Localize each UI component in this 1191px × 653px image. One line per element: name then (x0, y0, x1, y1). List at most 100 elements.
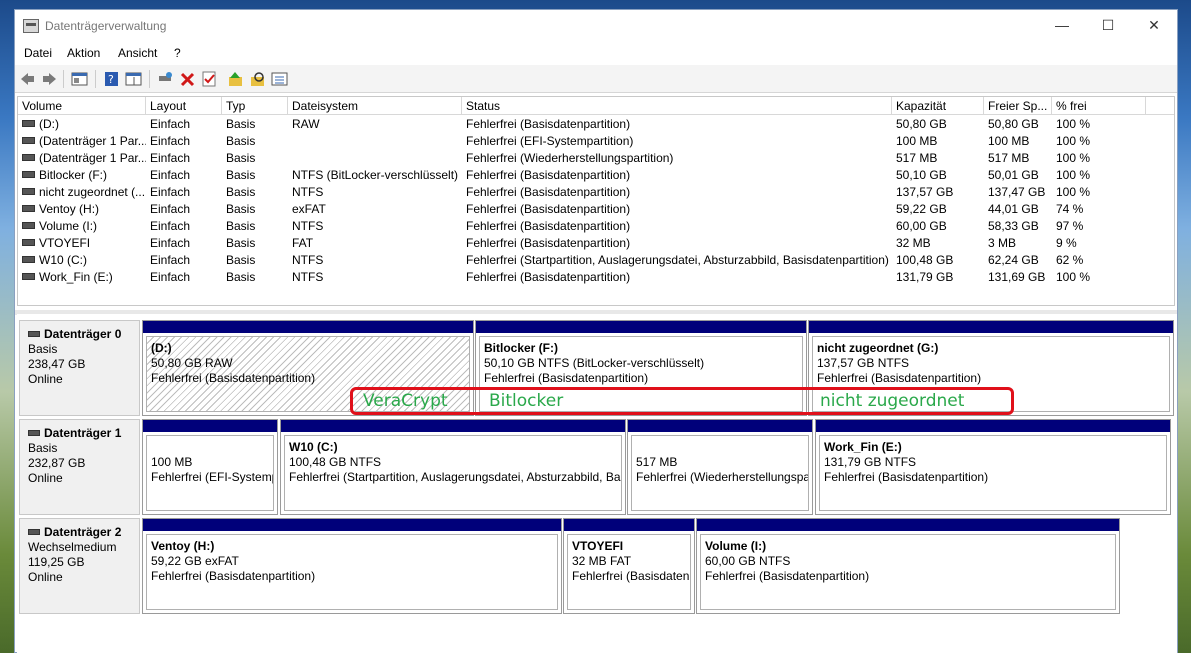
cell-text: 32 MB (896, 236, 931, 250)
svg-text:?: ? (108, 73, 114, 86)
console-icon[interactable] (71, 71, 88, 87)
minimize-button[interactable]: — (1039, 10, 1085, 42)
table-cell: 137,47 GB (984, 184, 1052, 201)
table-cell (288, 150, 462, 167)
table-row[interactable]: (D:) Einfach Basis RAW Fehlerfrei (Basisdate… (18, 116, 1174, 133)
table-cell: Basis (222, 252, 288, 269)
partition-work-fin[interactable]: Work_Fin (E:) 131,79 GB NTFS Fehlerfrei … (815, 419, 1171, 515)
table-cell: 50,80 GB (984, 116, 1052, 133)
table-cell: Basis (222, 269, 288, 286)
cell-text: 74 % (1056, 202, 1084, 216)
col-dateisystem[interactable]: Dateisystem (288, 97, 462, 115)
disk-icon (28, 528, 40, 535)
table-cell: Fehlerfrei (Basisdatenpartition) (462, 167, 892, 184)
cell-text: Basis (226, 219, 256, 233)
cell-text: (Datenträger 1 Par... (39, 151, 146, 165)
table-cell: 62,24 GB (984, 252, 1052, 269)
col-freier-speicher[interactable]: Freier Sp... (984, 97, 1052, 115)
table-cell: (Datenträger 1 Par... (18, 133, 146, 150)
cell-text: NTFS (292, 270, 324, 284)
table-cell: nicht zugeordnet (... (18, 184, 146, 201)
menu-ansicht[interactable]: Ansicht (118, 46, 157, 60)
drive-icon (22, 120, 35, 128)
menu-aktion[interactable]: Aktion (67, 46, 100, 60)
partition-status: Fehlerfrei (Basisdatenpartition) (705, 569, 870, 583)
partition-efi[interactable]: 100 MB Fehlerfrei (EFI-Systemp (142, 419, 278, 515)
properties-icon[interactable] (125, 71, 142, 87)
partition-recovery[interactable]: 517 MB Fehlerfrei (Wiederherstellungspar (627, 419, 813, 515)
disk-2-label[interactable]: Datenträger 2 Wechselmedium 119,25 GB On… (19, 518, 140, 614)
maximize-button[interactable]: ☐ (1085, 10, 1131, 42)
cell-text: Basis (226, 236, 256, 250)
cell-text: Fehlerfrei (Wiederherstellungspartition) (466, 151, 674, 165)
partition-size: 131,79 GB NTFS (824, 455, 917, 469)
search-icon[interactable] (249, 71, 266, 87)
partition-vtoyefi[interactable]: VTOYEFI 32 MB FAT Fehlerfrei (Basisdaten… (563, 518, 695, 614)
table-cell: 59,22 GB (892, 201, 984, 218)
back-icon[interactable] (19, 71, 36, 87)
cell-text: 131,69 GB (988, 270, 1046, 284)
table-row[interactable]: (Datenträger 1 Par... Einfach Basis Fehlerf… (18, 133, 1174, 150)
col-volume[interactable]: Volume (18, 97, 146, 115)
cell-text: FAT (292, 236, 314, 250)
col-prozent-frei[interactable]: % frei (1052, 97, 1146, 115)
cell-text: NTFS (292, 185, 324, 199)
cell-text: Bitlocker (F:) (39, 168, 108, 182)
table-row[interactable]: Work_Fin (E:) Einfach Basis NTFS Fehlerfrei … (18, 269, 1174, 286)
table-row[interactable]: (Datenträger 1 Par... Einfach Basis Fehlerf… (18, 150, 1174, 167)
list-icon[interactable] (271, 71, 288, 87)
table-row[interactable]: W10 (C:) Einfach Basis NTFS Fehlerfrei (Star… (18, 252, 1174, 269)
menu-datei[interactable]: Datei (24, 46, 52, 60)
cell-text: 50,80 GB (988, 117, 1039, 131)
col-layout[interactable]: Layout (146, 97, 222, 115)
table-cell: 32 MB (892, 235, 984, 252)
table-cell: 100 % (1052, 269, 1146, 286)
table-row[interactable]: Bitlocker (F:) Einfach Basis NTFS (BitLocke… (18, 167, 1174, 184)
disk-0-label[interactable]: Datenträger 0 Basis 238,47 GB Online (19, 320, 140, 416)
check-icon[interactable] (201, 71, 218, 87)
table-cell: Basis (222, 116, 288, 133)
partition-size: 100,48 GB NTFS (289, 455, 382, 469)
table-cell: 517 MB (892, 150, 984, 167)
col-status[interactable]: Status (462, 97, 892, 115)
table-row[interactable]: VTOYEFI Einfach Basis FAT Fehlerfrei (Basisd… (18, 235, 1174, 252)
table-cell: Basis (222, 133, 288, 150)
table-cell: NTFS (288, 252, 462, 269)
table-row[interactable]: nicht zugeordnet (... Einfach Basis NTFS Feh… (18, 184, 1174, 201)
connect-icon[interactable] (157, 71, 174, 87)
partition-w10[interactable]: W10 (C:) 100,48 GB NTFS Fehlerfrei (Star… (280, 419, 626, 515)
table-row[interactable]: Volume (I:) Einfach Basis NTFS Fehlerfrei (B… (18, 218, 1174, 235)
menu-help[interactable]: ? (174, 46, 181, 60)
menu-bar: Datei Aktion Ansicht ? (15, 42, 1177, 64)
table-cell: Ventoy (H:) (18, 201, 146, 218)
help-icon[interactable]: ? (103, 71, 120, 87)
cell-text: 100 MB (896, 134, 938, 148)
up-icon[interactable] (227, 71, 244, 87)
disk-1-label[interactable]: Datenträger 1 Basis 232,87 GB Online (19, 419, 140, 515)
table-cell: 100,48 GB (892, 252, 984, 269)
close-button[interactable]: ✕ (1131, 10, 1177, 42)
col-typ[interactable]: Typ (222, 97, 288, 115)
table-cell: (Datenträger 1 Par... (18, 150, 146, 167)
delete-icon[interactable] (179, 71, 196, 87)
partition-status: Fehlerfrei (Basisdatenpartition) (484, 371, 649, 385)
partition-name: Ventoy (H:) (151, 539, 215, 553)
table-cell: Basis (222, 235, 288, 252)
forward-icon[interactable] (41, 71, 58, 87)
cell-text: 131,79 GB (896, 270, 954, 284)
app-window: Datenträgerverwaltung — ☐ ✕ Datei Aktion… (14, 9, 1178, 653)
table-row[interactable]: Ventoy (H:) Einfach Basis exFAT Fehlerfrei (… (18, 201, 1174, 218)
table-cell: Basis (222, 218, 288, 235)
partition-name: nicht zugeordnet (G:) (817, 341, 939, 355)
cell-text: Einfach (150, 151, 191, 165)
table-cell: 3 MB (984, 235, 1052, 252)
table-cell: 517 MB (984, 150, 1052, 167)
col-kapazitaet[interactable]: Kapazität (892, 97, 984, 115)
cell-text: Fehlerfrei (Basisdatenpartition) (466, 270, 631, 284)
cell-text: Basis (226, 185, 256, 199)
cell-text: 137,57 GB (896, 185, 954, 199)
partition-ventoy[interactable]: Ventoy (H:) 59,22 GB exFAT Fehlerfrei (B… (142, 518, 562, 614)
table-cell: W10 (C:) (18, 252, 146, 269)
partition-volume-i[interactable]: Volume (I:) 60,00 GB NTFS Fehlerfrei (Ba… (696, 518, 1120, 614)
disk-management-icon (23, 19, 39, 33)
